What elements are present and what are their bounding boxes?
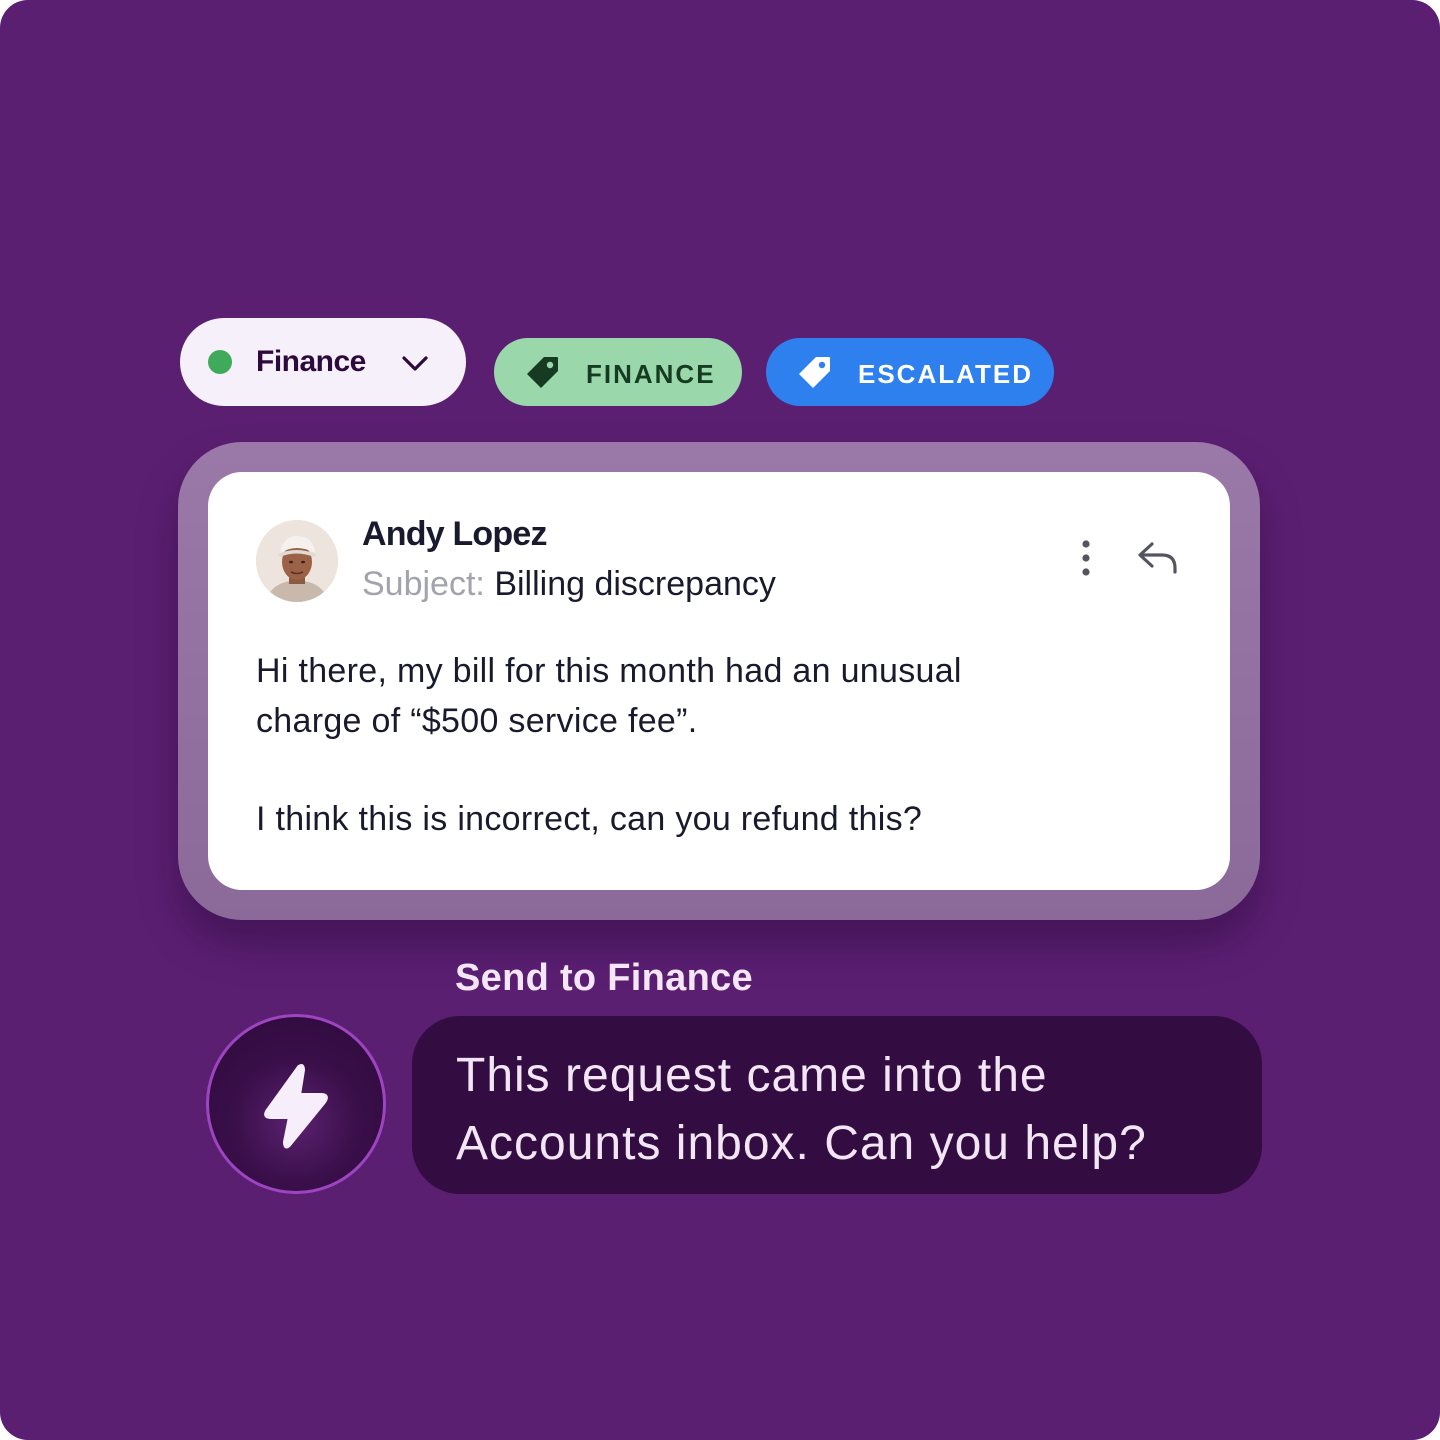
canvas: Finance FINANCE ESCALATED Andy Lopez Sub… [0, 0, 1440, 1440]
sender-name: Andy Lopez [362, 515, 547, 553]
suggestion-bubble: This request came into the Accounts inbo… [412, 1016, 1262, 1194]
team-dropdown-label: Finance [256, 345, 366, 378]
message-body: Hi there, my bill for this month had an … [256, 646, 1136, 844]
reply-icon[interactable] [1136, 540, 1180, 576]
tag-finance-label: FINANCE [586, 359, 716, 389]
subject-label: Subject: [362, 565, 485, 603]
ai-assistant-button[interactable] [206, 1014, 386, 1194]
lightning-bolt-icon [264, 1064, 328, 1149]
suggestion-title: Send to Finance [455, 957, 753, 999]
subject-line: Subject: Billing discrepancy [362, 564, 776, 604]
subject-value: Billing discrepancy [494, 565, 776, 603]
tag-escalated-label: ESCALATED [858, 359, 1033, 389]
suggestion-text: This request came into the Accounts inbo… [456, 1042, 1236, 1178]
message-body-line: Hi there, my bill for this month had an … [256, 652, 962, 690]
suggestion-text-line: Accounts inbox. Can you help? [456, 1117, 1147, 1170]
status-dot [208, 350, 232, 374]
tag-finance[interactable]: FINANCE [494, 338, 742, 406]
message-card[interactable]: Andy Lopez Subject: Billing discrepancy … [208, 472, 1230, 890]
team-dropdown[interactable]: Finance [180, 318, 466, 406]
more-options-icon[interactable] [1072, 538, 1100, 578]
tag-icon [527, 357, 558, 388]
avatar-image [256, 520, 338, 602]
suggestion-text-line: This request came into the [456, 1049, 1048, 1102]
message-body-line: charge of “$500 service fee”. [256, 702, 698, 740]
tag-escalated[interactable]: ESCALATED [766, 338, 1054, 406]
chevron-down-icon [402, 356, 428, 371]
message-body-paragraph: I think this is incorrect, can you refun… [256, 800, 923, 838]
tag-icon [799, 357, 830, 388]
avatar [256, 520, 338, 602]
